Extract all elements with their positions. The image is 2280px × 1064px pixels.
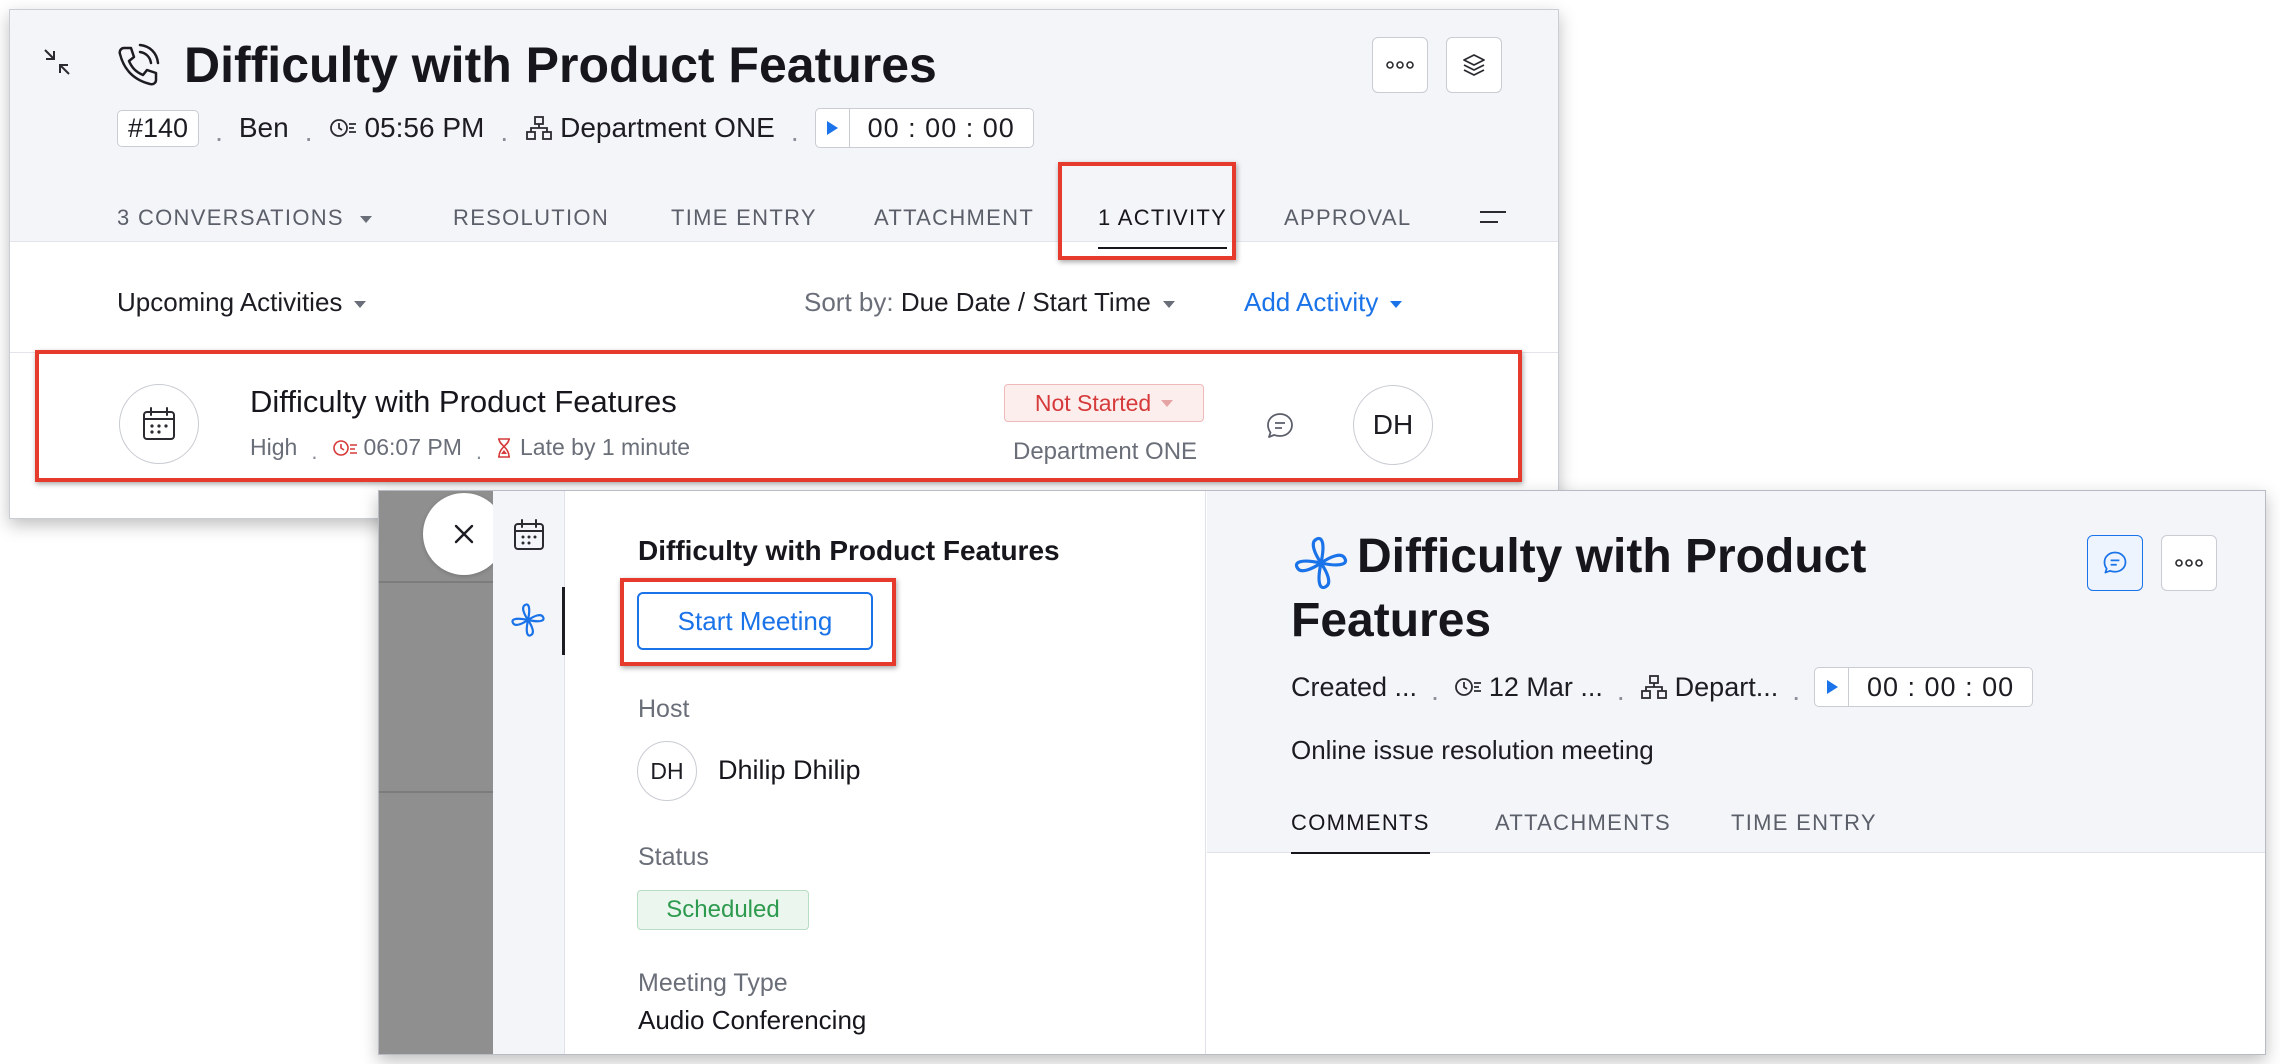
- activity-type-rail: [493, 491, 565, 1054]
- layers-button[interactable]: [1446, 37, 1502, 93]
- activity-filter-dropdown[interactable]: Upcoming Activities: [117, 287, 367, 318]
- host-label: Host: [638, 695, 690, 723]
- ticket-window: Difficulty with Product Features #140 . …: [9, 9, 1559, 519]
- department-icon: [526, 116, 553, 140]
- comment-icon: [2103, 551, 2127, 574]
- activity-title[interactable]: Difficulty with Product Features: [250, 384, 677, 420]
- meeting-department: Depart...: [1674, 671, 1779, 702]
- timer-play-button[interactable]: [816, 109, 850, 147]
- more-horizontal-icon: [1386, 61, 1414, 69]
- tab-comments[interactable]: COMMENTS: [1291, 803, 1430, 854]
- tab-activity[interactable]: 1 ACTIVITY: [1098, 198, 1228, 249]
- calendar-icon: [143, 407, 175, 440]
- tab-attachments[interactable]: ATTACHMENTS: [1495, 803, 1671, 843]
- ticket-department[interactable]: Department ONE: [560, 112, 775, 144]
- meeting-details-pane: Difficulty with Product Features Start M…: [566, 491, 1206, 1054]
- collapse-icon[interactable]: [40, 45, 74, 79]
- tab-resolution[interactable]: RESOLUTION: [453, 198, 609, 238]
- ticket-header: Difficulty with Product Features #140 . …: [10, 10, 1558, 249]
- ticket-contact[interactable]: Ben: [239, 112, 289, 144]
- host-avatar: DH: [637, 741, 697, 801]
- background-overlay: [379, 491, 493, 1054]
- clock-icon: [330, 119, 357, 137]
- activity-row[interactable]: Difficulty with Product Features High . …: [10, 354, 1558, 494]
- tab-time-entry[interactable]: TIME ENTRY: [671, 198, 817, 238]
- layers-icon: [1463, 54, 1485, 76]
- tab-approval[interactable]: APPROVAL: [1284, 198, 1411, 238]
- calendar-icon[interactable]: [511, 517, 547, 553]
- menu-icon[interactable]: [1478, 206, 1508, 228]
- activity-late: Late by 1 minute: [520, 434, 691, 460]
- timer-value: 00 : 00 : 00: [1867, 671, 2015, 702]
- due-clock-icon: [333, 439, 358, 456]
- close-icon: [454, 524, 474, 544]
- assignee-avatar[interactable]: DH: [1353, 385, 1433, 465]
- host-name: Dhilip Dhilip: [718, 755, 861, 785]
- meeting-icon[interactable]: [509, 601, 547, 639]
- activity-department: Department ONE: [1013, 438, 1198, 465]
- chevron-down-icon: [359, 215, 372, 223]
- department-icon: [1640, 675, 1667, 699]
- meeting-info-meta: Created ... . 12 Mar ... . Depart... . 0…: [1291, 667, 2034, 707]
- chevron-down-icon: [1390, 300, 1403, 308]
- chat-button[interactable]: [2087, 535, 2143, 591]
- chevron-down-icon: [1161, 399, 1174, 407]
- meeting-type-value: Audio Conferencing: [638, 1005, 867, 1035]
- ticket-meta: #140 . Ben . 05:56 PM . Department ONE .: [117, 108, 1034, 148]
- comment-icon[interactable]: [1264, 410, 1296, 442]
- phone-call-icon: [118, 43, 160, 86]
- ticket-id: #140: [117, 109, 200, 147]
- timer-play-button[interactable]: [1815, 668, 1849, 706]
- meeting-title: Difficulty with Product Features: [638, 535, 1060, 566]
- activity-priority: High: [250, 434, 298, 460]
- meeting-window: Difficulty with Product Features Start M…: [378, 490, 2266, 1055]
- activity-toolbar: Upcoming Activities Sort by: Due Date / …: [10, 243, 1558, 353]
- meeting-date: 12 Mar ...: [1488, 671, 1603, 702]
- activity-meta: High . 06:07 PM . Late by 1 minute: [250, 434, 691, 464]
- tab-time-entry[interactable]: TIME ENTRY: [1731, 803, 1877, 843]
- ticket-time: 05:56 PM: [364, 112, 485, 143]
- meeting-info-header: Difficulty with Product Features Created…: [1207, 491, 2265, 854]
- play-icon: [827, 121, 839, 135]
- meeting-timer: 00 : 00 : 00: [1814, 667, 2034, 707]
- activity-type-avatar: [119, 384, 199, 464]
- hourglass-icon: [498, 437, 511, 458]
- meeting-created: Created ...: [1291, 671, 1418, 702]
- meeting-type-label: Meeting Type: [638, 969, 788, 997]
- meeting-info-pane: Difficulty with Product Features Created…: [1207, 491, 2265, 1054]
- status-badge: Scheduled: [637, 890, 809, 930]
- play-icon: [1826, 680, 1838, 694]
- ticket-timer: 00 : 00 : 00: [814, 108, 1034, 148]
- more-horizontal-icon: [2175, 559, 2203, 567]
- tab-attachment[interactable]: ATTACHMENT: [874, 198, 1034, 238]
- more-options-button[interactable]: [1372, 37, 1428, 93]
- start-meeting-button[interactable]: Start Meeting: [637, 592, 873, 650]
- ticket-title: Difficulty with Product Features: [184, 37, 937, 93]
- clock-icon: [1454, 678, 1481, 696]
- meeting-description: Online issue resolution meeting: [1291, 735, 1654, 765]
- meeting-info-title: Difficulty with Product Features: [1291, 530, 1867, 647]
- activity-status-dropdown[interactable]: Not Started: [1004, 384, 1204, 422]
- activity-time: 06:07 PM: [363, 434, 462, 460]
- chevron-down-icon: [354, 300, 367, 308]
- tab-conversations[interactable]: 3 CONVERSATIONS: [117, 198, 372, 238]
- add-activity-button[interactable]: Add Activity: [1244, 287, 1403, 318]
- sort-dropdown[interactable]: Sort by: Due Date / Start Time: [804, 287, 1175, 318]
- chevron-down-icon: [1162, 300, 1175, 308]
- more-options-button[interactable]: [2161, 535, 2217, 591]
- status-label: Status: [638, 843, 709, 871]
- timer-value: 00 : 00 : 00: [867, 112, 1015, 143]
